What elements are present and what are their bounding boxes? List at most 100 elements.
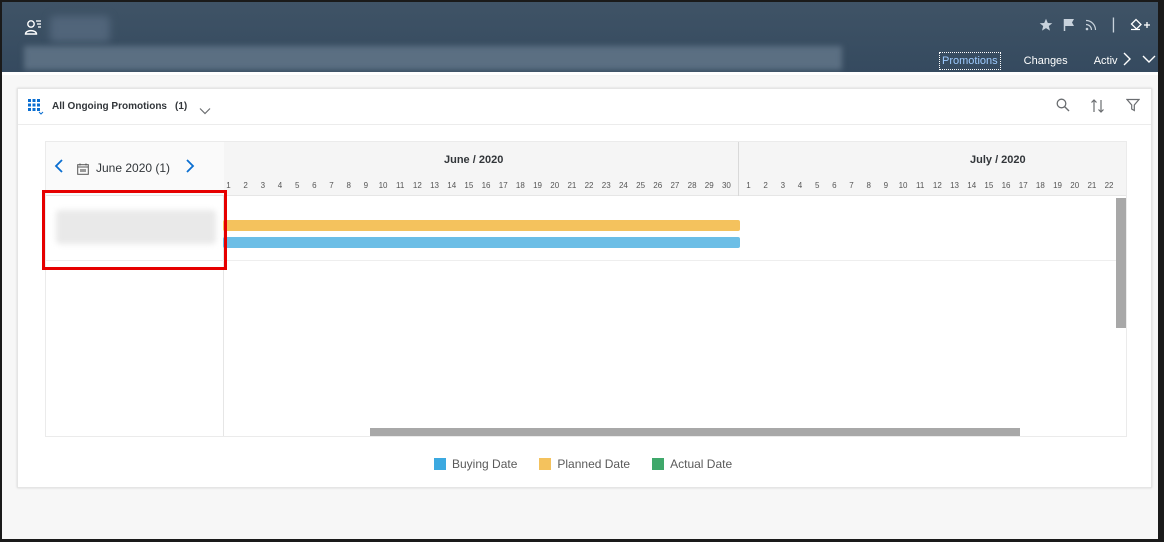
legend-swatch-actual xyxy=(652,458,665,470)
day-tick-july: 7 xyxy=(849,181,854,190)
shell-actions: | xyxy=(1039,16,1152,34)
legend-label-actual: Actual Date xyxy=(670,457,733,471)
day-tick-july: 10 xyxy=(898,181,908,190)
highlight-annotation-box xyxy=(42,190,227,270)
day-tick-june: 21 xyxy=(567,181,577,190)
legend-item-buying: Buying Date xyxy=(434,457,517,471)
day-tick-june: 24 xyxy=(618,181,628,190)
day-tick-june: 15 xyxy=(464,181,474,190)
day-tick-june: 4 xyxy=(277,181,283,190)
day-tick-july: 4 xyxy=(797,181,803,190)
day-tick-july: 3 xyxy=(780,181,786,190)
day-tick-june: 30 xyxy=(721,181,731,190)
horizontal-scrollbar[interactable] xyxy=(370,428,1020,436)
user-menu-icon[interactable] xyxy=(24,18,44,38)
rss-feed-icon[interactable] xyxy=(1085,19,1097,31)
day-tick-june: 20 xyxy=(550,181,560,190)
filter-icon[interactable] xyxy=(1125,98,1141,117)
variant-dropdown-chevron-icon[interactable] xyxy=(199,102,211,120)
day-tick-june: 3 xyxy=(260,181,266,190)
day-tick-july: 19 xyxy=(1053,181,1062,190)
gantt-period-nav: June 2020 (1) xyxy=(46,142,224,196)
day-tick-june: 25 xyxy=(636,181,646,190)
day-tick-june: 23 xyxy=(601,181,611,190)
day-tick-july: 2 xyxy=(763,181,768,190)
gantt-chart: June 2020 (1) June / 2020 July / 2020 12… xyxy=(45,141,1127,437)
gantt-left-pane: June 2020 (1) xyxy=(46,142,224,436)
legend-label-buying: Buying Date xyxy=(452,457,518,471)
day-tick-july: 13 xyxy=(950,181,959,190)
day-tick-june: 12 xyxy=(412,181,422,190)
calendar-icon[interactable] xyxy=(77,162,89,180)
day-tick-july: 15 xyxy=(984,181,994,190)
day-tick-july: 22 xyxy=(1104,181,1114,190)
legend-label-planned: Planned Date xyxy=(557,457,631,471)
day-tick-july: 14 xyxy=(967,181,977,190)
day-tick-june: 10 xyxy=(378,181,388,190)
tab-promotions[interactable]: Promotions xyxy=(939,52,1001,70)
day-tick-june: 27 xyxy=(670,181,680,190)
day-tick-june: 2 xyxy=(243,181,248,190)
tabs-scroll-right-icon[interactable] xyxy=(1122,52,1132,69)
app-frame: | Promotions Changes Activ All Ongoing P… xyxy=(2,2,1158,539)
legend-swatch-planned xyxy=(539,458,552,470)
month-label-june: June / 2020 xyxy=(444,154,504,166)
vertical-scrollbar[interactable] xyxy=(1116,198,1126,328)
timeline-header: June / 2020 July / 2020 1 2 3 4 5 6 7 8 9 10 11 12 1… xyxy=(224,142,1126,196)
day-tick-june: 22 xyxy=(584,181,594,190)
day-tick-june: 16 xyxy=(481,181,491,190)
card-title[interactable]: All Ongoing Promotions xyxy=(52,101,167,112)
day-tick-june: 26 xyxy=(653,181,663,190)
day-tick-july: 16 xyxy=(1001,181,1011,190)
card-header: All Ongoing Promotions (1) xyxy=(18,89,1151,125)
day-tick-july: 17 xyxy=(1018,181,1028,190)
legend-swatch-buying xyxy=(434,458,446,470)
tabs-overflow-chevron-icon[interactable] xyxy=(1142,51,1156,69)
day-tick-june: 8 xyxy=(346,181,351,190)
planned-date-bar[interactable] xyxy=(223,220,740,231)
day-tick-july: 8 xyxy=(866,181,871,190)
day-tick-june: 6 xyxy=(312,181,317,190)
day-tick-july: 18 xyxy=(1035,181,1045,190)
day-tick-june: 13 xyxy=(430,181,439,190)
day-tick-june: 14 xyxy=(447,181,457,190)
day-tick-june: 29 xyxy=(704,181,714,190)
day-tick-july: 11 xyxy=(916,181,925,190)
day-tick-june: 5 xyxy=(294,181,300,190)
legend-item-planned: Planned Date xyxy=(539,457,630,471)
next-period-icon[interactable] xyxy=(185,159,195,178)
day-tick-june: 9 xyxy=(363,181,369,190)
favorite-star-icon[interactable] xyxy=(1039,18,1053,32)
shell-header: | Promotions Changes Activ xyxy=(2,2,1158,72)
card-count: (1) xyxy=(175,101,188,112)
day-tick-june: 1 xyxy=(226,181,231,190)
tab-changes[interactable]: Changes xyxy=(1022,53,1070,69)
previous-period-icon[interactable] xyxy=(54,159,64,178)
search-icon[interactable] xyxy=(1056,98,1070,117)
sort-icon[interactable] xyxy=(1090,98,1106,119)
grid-view-icon[interactable] xyxy=(28,99,44,120)
gantt-legend: Buying Date Planned Date Actual Date xyxy=(434,457,732,471)
day-tick-july: 6 xyxy=(832,181,837,190)
tag-add-icon[interactable] xyxy=(1130,18,1152,32)
legend-item-actual: Actual Date xyxy=(652,457,732,471)
day-tick-july: 5 xyxy=(814,181,820,190)
section-tabs: Promotions Changes Activ xyxy=(939,50,1142,72)
flag-icon[interactable] xyxy=(1063,18,1075,32)
month-label-july: July / 2020 xyxy=(970,154,1026,166)
day-tick-july: 21 xyxy=(1087,181,1097,190)
app-title-blurred xyxy=(50,16,110,42)
day-tick-june: 7 xyxy=(329,181,334,190)
buying-date-bar[interactable] xyxy=(223,237,740,248)
day-tick-june: 17 xyxy=(498,181,508,190)
day-scale: 1 2 3 4 5 6 7 8 9 10 11 12 13 14 15 16 17 18 19 20 21 22 23 24 2… xyxy=(224,181,1126,195)
day-tick-july: 9 xyxy=(883,181,889,190)
promotions-card: All Ongoing Promotions (1) June 2020 (1)… xyxy=(17,88,1152,488)
header-separator xyxy=(2,72,1158,75)
actions-divider: | xyxy=(1106,16,1120,33)
tab-activities[interactable]: Activ xyxy=(1092,53,1120,69)
day-tick-june: 28 xyxy=(687,181,697,190)
current-period-label[interactable]: June 2020 (1) xyxy=(96,161,170,175)
day-tick-july: 1 xyxy=(746,181,751,190)
day-tick-july: 12 xyxy=(932,181,942,190)
